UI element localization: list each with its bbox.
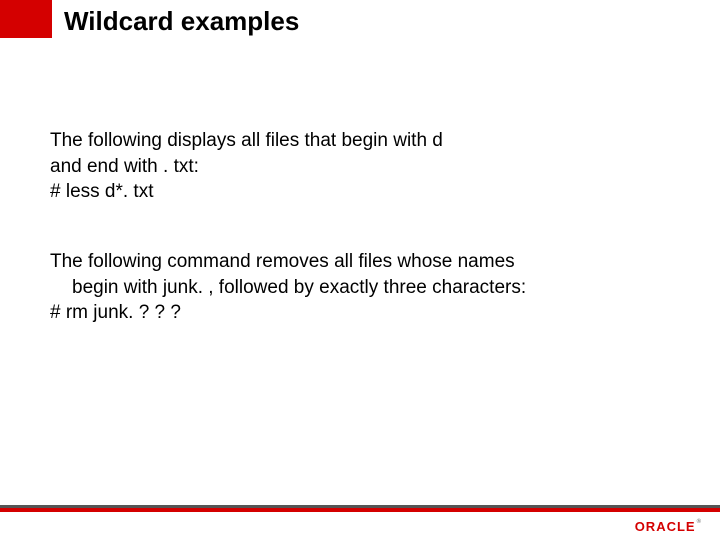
oracle-logo: ORACLE® [635,519,702,534]
para2-line2: begin with junk. , followed by exactly t… [50,275,670,301]
slide-content: The following displays all files that be… [50,128,670,326]
trademark-icon: ® [697,519,702,525]
logo-text: ORACLE [635,519,696,534]
header-red-square [0,0,52,38]
para1-line3: # less d*. txt [50,179,670,205]
para1-line1: The following displays all files that be… [50,128,670,154]
slide-title: Wildcard examples [64,6,299,37]
para1-line2: and end with . txt: [50,154,670,180]
paragraph-1: The following displays all files that be… [50,128,670,205]
para2-line3: # rm junk. ? ? ? [50,300,670,326]
paragraph-2: The following command removes all files … [50,249,670,326]
para2-line1: The following command removes all files … [50,249,670,275]
footer-bar [0,508,720,512]
